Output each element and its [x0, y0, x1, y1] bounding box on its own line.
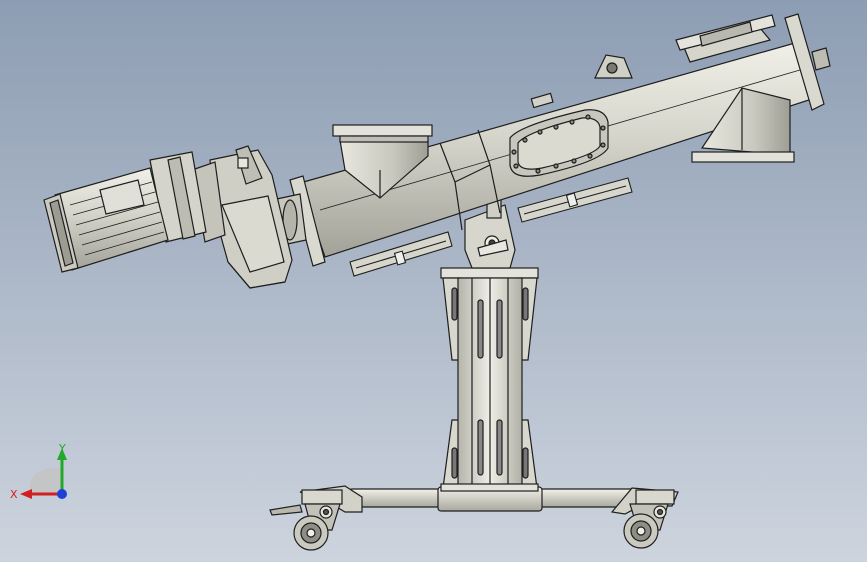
- outlet-hopper-flange: [691, 151, 795, 163]
- left-brake-pedal: [269, 504, 303, 516]
- x-axis-label: X: [10, 488, 18, 501]
- y-axis-label: Y: [58, 442, 66, 455]
- screw-conveyor-model[interactable]: [0, 0, 867, 562]
- orientation-triad[interactable]: Y X: [10, 438, 80, 508]
- cad-viewport[interactable]: Y X: [0, 0, 867, 562]
- left-caster: [269, 489, 343, 551]
- column-bottom-plate: [440, 483, 539, 492]
- support-column: [440, 267, 539, 492]
- column-top-plate: [440, 267, 539, 279]
- x-axis-arrow: [20, 489, 32, 499]
- inlet-hopper-flange: [332, 124, 433, 137]
- triad-plane: [30, 467, 62, 494]
- gearbox: [191, 145, 307, 289]
- drive-motor: [43, 151, 207, 273]
- z-axis-dot: [57, 489, 67, 499]
